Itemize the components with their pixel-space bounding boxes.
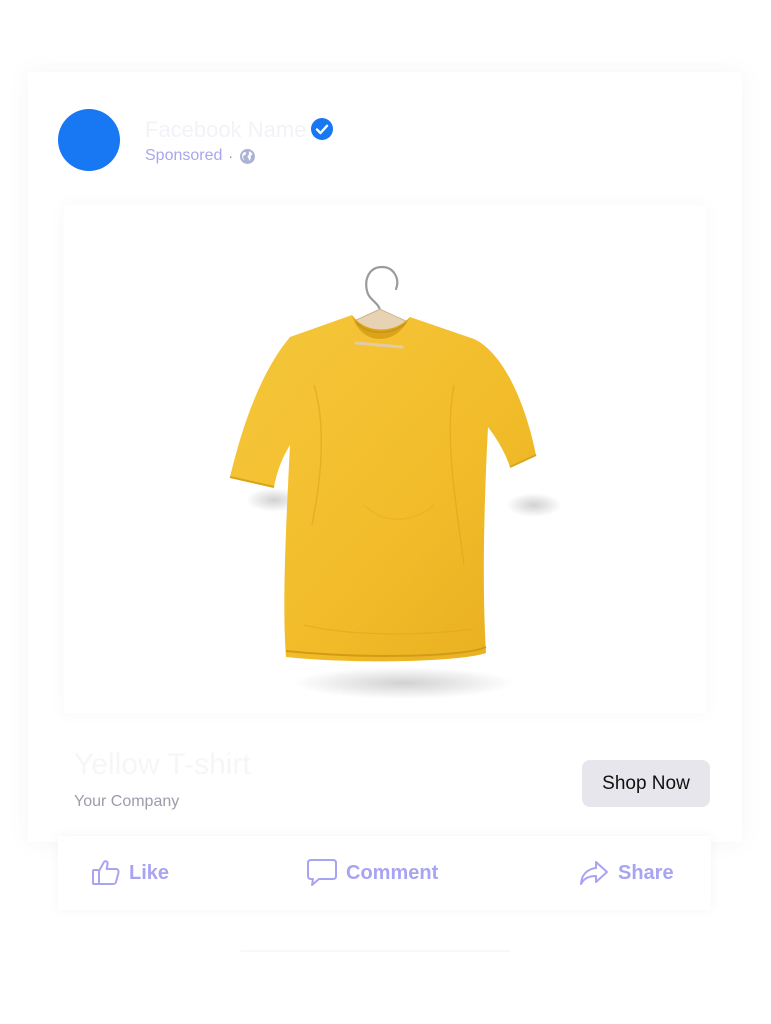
- post-meta: Sponsored ·: [145, 145, 256, 167]
- share-label: Share: [618, 861, 674, 884]
- comment-label: Comment: [346, 861, 439, 884]
- globe-icon[interactable]: [239, 148, 256, 165]
- page-name[interactable]: Facebook Name: [145, 117, 306, 143]
- meta-separator: ·: [228, 148, 234, 164]
- product-image[interactable]: [64, 205, 706, 713]
- thumbs-up-icon: [92, 860, 120, 885]
- comment-button[interactable]: Comment: [306, 836, 438, 910]
- like-label: Like: [129, 861, 170, 884]
- like-button[interactable]: Like: [91, 836, 169, 910]
- product-title: Yellow T-shirt: [74, 748, 251, 781]
- speech-bubble-icon: [307, 859, 337, 886]
- sponsored-label: Sponsored: [145, 147, 223, 164]
- share-button[interactable]: Share: [578, 836, 674, 910]
- verified-badge-icon: [311, 118, 333, 140]
- post-actions-bar: Like Comment Share: [58, 836, 711, 910]
- card-bottom-shadow: [240, 950, 510, 952]
- page-avatar[interactable]: [58, 109, 120, 171]
- shop-now-button[interactable]: Shop Now: [582, 760, 710, 807]
- yellow-tshirt-image: [229, 265, 562, 699]
- share-arrow-icon: [580, 861, 608, 885]
- company-name: Your Company: [74, 793, 180, 810]
